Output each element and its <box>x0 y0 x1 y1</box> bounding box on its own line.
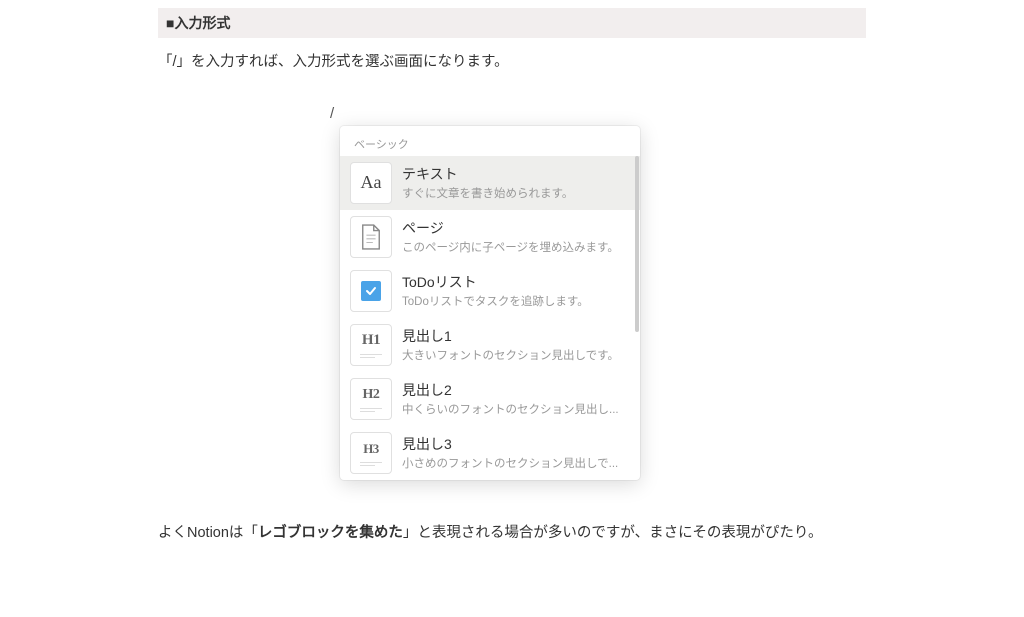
menu-item-title: テキスト <box>402 164 630 184</box>
menu-item-desc: 小さめのフォントのセクション見出しで... <box>402 455 630 471</box>
menu-item-title: 見出し3 <box>402 434 630 454</box>
menu-item-heading2[interactable]: H2 見出し2 中くらいのフォントのセクション見出し... <box>340 372 640 426</box>
footer-bold: レゴブロックを集めた <box>258 525 403 541</box>
footer-post: 」と表現される場合が多いのですが、まさにその表現がぴたり。 <box>403 525 823 541</box>
menu-item-title: 見出し1 <box>402 326 630 346</box>
menu-item-desc: 大きいフォントのセクション見出しです。 <box>402 347 630 363</box>
menu-item-desc: このページ内に子ページを埋め込みます。 <box>402 239 630 255</box>
menu-item-title: 見出し2 <box>402 380 630 400</box>
section-header: ■入力形式 <box>158 8 866 38</box>
menu-item-desc: 中くらいのフォントのセクション見出し... <box>402 401 630 417</box>
menu-item-text[interactable]: Aa テキスト すぐに文章を書き始められます。 <box>340 156 640 210</box>
block-type-popup: ベーシック Aa テキスト すぐに文章を書き始められます。 <box>340 126 640 480</box>
menu-item-title: ToDoリスト <box>402 272 630 292</box>
scrollbar-thumb[interactable] <box>635 156 639 332</box>
menu-item-page[interactable]: ページ このページ内に子ページを埋め込みます。 <box>340 210 640 264</box>
menu-item-heading3[interactable]: H3 見出し3 小さめのフォントのセクション見出しで... <box>340 426 640 480</box>
h2-icon: H2 <box>350 378 392 420</box>
section-header-text: ■入力形式 <box>166 15 230 31</box>
menu-item-heading1[interactable]: H1 見出し1 大きいフォントのセクション見出しです。 <box>340 318 640 372</box>
h3-icon: H3 <box>350 432 392 474</box>
menu-item-desc: ToDoリストでタスクを追跡します。 <box>402 293 630 309</box>
popup-scrollbar[interactable] <box>635 156 639 476</box>
intro-description: 「/」を入力すれば、入力形式を選ぶ画面になります。 <box>158 50 866 75</box>
page-icon <box>350 216 392 258</box>
menu-item-todo[interactable]: ToDoリスト ToDoリストでタスクを追跡します。 <box>340 264 640 318</box>
footer-pre: よくNotionは「 <box>158 525 258 541</box>
text-icon: Aa <box>350 162 392 204</box>
menu-item-desc: すぐに文章を書き始められます。 <box>402 185 630 201</box>
h1-icon: H1 <box>350 324 392 366</box>
slash-command-input[interactable]: / <box>330 105 1024 122</box>
checkbox-icon <box>350 270 392 312</box>
menu-item-title: ページ <box>402 218 630 238</box>
popup-section-label: ベーシック <box>340 126 640 156</box>
footer-paragraph: よくNotionは「レゴブロックを集めた」と表現される場合が多いのですが、まさに… <box>158 520 866 548</box>
